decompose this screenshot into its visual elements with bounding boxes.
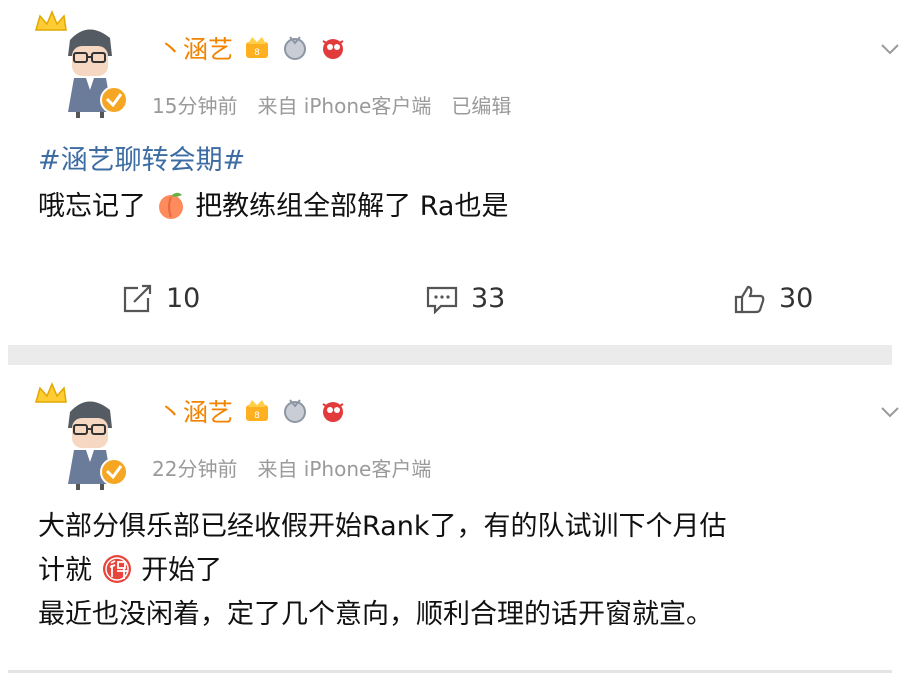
post-content: 大部分俱乐部已经收假开始Rank了，有的队试训下个月估 计就 开始了 最近也没闲… [38, 505, 726, 637]
thumbs-up-icon [734, 285, 765, 313]
comment-count: 33 [471, 283, 506, 314]
post-meta: 22分钟前 来自 iPhone客户端 [152, 453, 431, 482]
post-time[interactable]: 22分钟前 [152, 453, 237, 482]
hashtag-link[interactable]: #涵艺聊转会期# [38, 145, 245, 176]
post-time[interactable]: 15分钟前 [152, 90, 237, 119]
silver-medal-icon[interactable] [281, 397, 309, 425]
post-source: 来自 iPhone客户端 [257, 94, 432, 118]
post-meta: 15分钟前 来自 iPhone客户端 已编辑 [152, 90, 511, 119]
svg-text:8: 8 [254, 48, 260, 58]
post-text-part-1: 哦忘记了 [38, 191, 146, 222]
vip-crown-icon[interactable]: 8 [243, 34, 271, 62]
verified-badge-icon [100, 86, 128, 114]
post-text-line-2b: 开始了 [141, 555, 223, 586]
avatar[interactable] [30, 8, 140, 118]
post-text-line-2a: 计就 [38, 555, 92, 586]
weibo-post-1: 丶涵艺 8 15分钟前 来自 iPhone客户端 已编辑 #涵艺聊转会期# 哦忘… [0, 0, 900, 345]
user-name-row: 丶涵艺 8 [158, 30, 347, 66]
user-name-row: 丶涵艺 8 [158, 393, 347, 429]
post-text-part-2: 把教练组全部解了 Ra也是 [195, 191, 509, 222]
post-text-line-3: 最近也没闲着，定了几个意向，顺利合理的话开窗就宣。 [38, 599, 713, 630]
bottom-divider [8, 670, 892, 673]
username[interactable]: 丶涵艺 [158, 393, 233, 429]
vip-crown-icon[interactable]: 8 [243, 397, 271, 425]
action-bar: 10 33 30 [0, 283, 900, 315]
verified-badge-icon [100, 458, 128, 486]
post-source: 来自 iPhone客户端 [257, 457, 432, 481]
username[interactable]: 丶涵艺 [158, 30, 233, 66]
repost-icon [123, 284, 152, 312]
crown-icon [35, 382, 67, 403]
post-text-line-1: 大部分俱乐部已经收假开始Rank了，有的队试训下个月估 [38, 511, 727, 542]
like-button[interactable]: 30 [733, 283, 813, 314]
chevron-down-icon[interactable] [880, 405, 900, 419]
avatar[interactable] [30, 380, 140, 490]
comment-icon [426, 286, 458, 314]
repost-button[interactable]: 10 [120, 283, 200, 314]
peach-emoji-icon [158, 192, 183, 219]
silver-medal-icon[interactable] [281, 34, 309, 62]
red-mascot-icon[interactable] [319, 397, 347, 425]
svg-text:8: 8 [254, 411, 260, 421]
like-count: 30 [779, 283, 814, 314]
red-mascot-icon[interactable] [319, 34, 347, 62]
crown-icon [35, 10, 67, 31]
post-separator [8, 345, 892, 365]
chevron-down-icon[interactable] [880, 42, 900, 56]
comment-button[interactable]: 33 [425, 283, 505, 314]
repost-count: 10 [166, 283, 201, 314]
edited-label[interactable]: 已编辑 [451, 90, 511, 119]
de-character-icon [102, 555, 131, 583]
post-content: #涵艺聊转会期# 哦忘记了 把教练组全部解了 Ra也是 [38, 140, 508, 228]
